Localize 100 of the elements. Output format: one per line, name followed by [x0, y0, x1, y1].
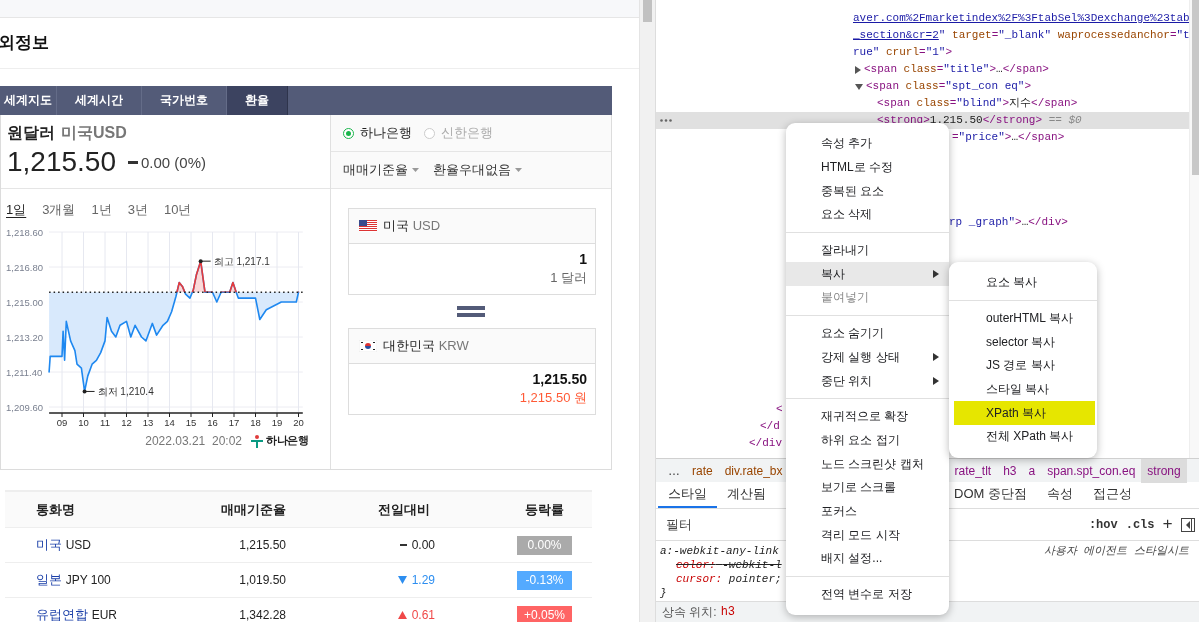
table-cell-text: 1,342.28 — [238, 608, 286, 622]
period-tab[interactable]: 3년 — [127, 201, 148, 224]
panel-tab[interactable]: 스타일 — [658, 482, 717, 508]
menu-item[interactable]: 잘라내기 — [786, 238, 949, 263]
annotation-label: 최고 1,217.1 — [213, 256, 270, 268]
menu-item[interactable]: 요소 삭제 — [786, 203, 949, 227]
menu-item[interactable]: 중복된 요소 — [786, 179, 949, 204]
expand-arrow-icon[interactable] — [855, 83, 863, 90]
currency-label: 미국USD — [61, 123, 127, 143]
menu-item[interactable]: 요소 복사 — [949, 271, 1097, 295]
x-axis-label: 11 — [100, 417, 110, 428]
panel-tab[interactable]: 접근성 — [1082, 482, 1142, 508]
css-declaration: color: -webkit-l — [676, 558, 782, 572]
y-axis-label: 1,215.00 — [6, 297, 43, 308]
currency-link[interactable]: 일본 JPY 100 — [36, 571, 206, 589]
x-axis-label: 17 — [228, 417, 240, 428]
menu-item[interactable]: 복사 — [786, 262, 949, 287]
column-header: 전일대비 — [377, 500, 431, 519]
y-axis-label: 1,218.60 — [6, 227, 43, 238]
tab[interactable]: 환율 — [227, 86, 288, 115]
menu-item[interactable]: 강제 실행 상태 — [786, 345, 949, 370]
menu-item[interactable]: 속성 추가 — [786, 132, 949, 156]
inherited-element[interactable]: h3 — [720, 605, 736, 619]
toolbar-button[interactable]: + — [1162, 515, 1173, 534]
breadcrumb[interactable]: strong — [1141, 458, 1187, 483]
panel-tab[interactable]: 계산됨 — [717, 482, 776, 508]
code-line: <span class="spt_con eq"> — [866, 79, 1032, 94]
toolbar-button[interactable]: .cls — [1125, 517, 1155, 532]
x-axis-label: 19 — [271, 417, 283, 428]
css-selector: a:-webkit-any-link — [660, 544, 779, 558]
code-line: <span class="title">…</span> — [864, 62, 1049, 77]
css-brace: } — [660, 586, 667, 600]
breadcrumb[interactable]: rate — [686, 458, 719, 483]
code-line: aver.com%2Fmarketindex%2F%3FtabSel%3Dexchange%23tab — [853, 11, 1190, 26]
expand-arrow-icon[interactable] — [855, 65, 861, 74]
y-axis-label: 1,211.40 — [6, 367, 43, 378]
flag-icon — [359, 340, 377, 352]
menu-item[interactable]: 요소 숨기기 — [786, 321, 949, 346]
breadcrumb[interactable]: h3 — [997, 458, 1023, 483]
breadcrumb[interactable]: … — [662, 458, 686, 483]
column-header: 매매기준율 — [220, 500, 286, 519]
annotation-label: 최저 1,210.4 — [97, 386, 154, 398]
menu-item[interactable]: 격리 모드 시작 — [786, 523, 949, 547]
amount-value: 1 — [579, 251, 587, 267]
period-tab[interactable]: 1일 — [6, 201, 27, 224]
tab[interactable]: 세계시간 — [57, 86, 142, 115]
menu-item[interactable]: outerHTML 복사 — [949, 306, 1097, 331]
code-line: <strong>1.215.50</strong> == $0 — [877, 113, 1082, 128]
breadcrumb[interactable]: rate_tlt — [948, 458, 998, 483]
code-line: </d — [760, 419, 780, 434]
code-line: </div — [749, 436, 782, 451]
menu-item[interactable]: 하위 요소 접기 — [786, 428, 949, 453]
menu-item[interactable]: 재귀적으로 확장 — [786, 404, 949, 429]
menu-item[interactable]: 전체 XPath 복사 — [949, 425, 1097, 449]
breadcrumb[interactable]: a — [1022, 458, 1042, 483]
code-line: _section&cr=2" target="_blank" waprocessedanchor="t — [853, 28, 1190, 43]
column-header: 통화명 — [36, 500, 76, 519]
menu-item[interactable]: 스타일 복사 — [949, 377, 1097, 402]
tab[interactable]: 세계지도 — [0, 86, 57, 115]
timestamp: 2022.03.21 20:02 — [145, 433, 242, 448]
menu-item[interactable]: 노드 스크린샷 캡처 — [786, 452, 949, 476]
panel-tab[interactable]: 속성 — [1036, 482, 1083, 508]
bank-radio[interactable]: 하나은행 — [343, 124, 412, 142]
currency-link[interactable]: 유럽연합 EUR — [36, 606, 206, 622]
caret-icon — [515, 168, 522, 172]
menu-item[interactable]: 배지 설정... — [786, 547, 949, 571]
menu-item[interactable]: JS 경로 복사 — [949, 354, 1097, 378]
equals-icon — [457, 306, 485, 317]
change-percent-badge: -0.13% — [517, 570, 572, 590]
breadcrumb[interactable]: span.spt_con.eq — [1041, 458, 1142, 483]
dropdown[interactable]: 매매기준율 — [343, 161, 419, 179]
period-tab[interactable]: 1년 — [91, 201, 112, 224]
breadcrumb[interactable]: div.rate_bx — [718, 458, 789, 483]
x-axis-label: 09 — [56, 417, 68, 428]
change-value: 0.00 — [411, 538, 435, 552]
menu-item[interactable]: HTML로 수정 — [786, 155, 949, 180]
period-tab[interactable]: 10년 — [163, 201, 192, 224]
toolbar-button[interactable]: :hov — [1088, 517, 1118, 532]
sidebar-toggle-icon[interactable] — [1180, 517, 1195, 532]
y-axis-label: 1,216.80 — [6, 262, 43, 273]
bank-logo: 하나은행 — [266, 433, 308, 448]
dropdown[interactable]: 환율우대없음 — [433, 161, 522, 179]
currency-link[interactable]: 미국 USD — [36, 536, 206, 554]
exchange-rate: 1,215.50 — [7, 146, 116, 178]
menu-item[interactable]: 포커스 — [786, 499, 949, 524]
scrollbar[interactable] — [640, 0, 656, 622]
menu-item[interactable]: 전역 변수로 저장 — [786, 582, 949, 607]
amount-text: 1 달러 — [550, 269, 587, 287]
flag-icon — [359, 220, 377, 232]
table-cell-text: 1,215.50 — [238, 538, 286, 552]
css-declaration: cursor: pointer; — [676, 572, 782, 586]
menu-item[interactable]: XPath 복사 — [954, 401, 1095, 426]
scrollbar[interactable] — [1188, 0, 1199, 458]
menu-item[interactable]: 중단 위치 — [786, 369, 949, 393]
menu-item[interactable]: selector 복사 — [949, 330, 1097, 355]
amount-value: 1,215.50 — [532, 371, 587, 387]
more-icon[interactable] — [660, 119, 672, 122]
menu-item[interactable]: 보기로 스크롤 — [786, 475, 949, 500]
period-tab[interactable]: 3개월 — [42, 201, 76, 224]
change-value: 0.61 — [411, 608, 435, 622]
